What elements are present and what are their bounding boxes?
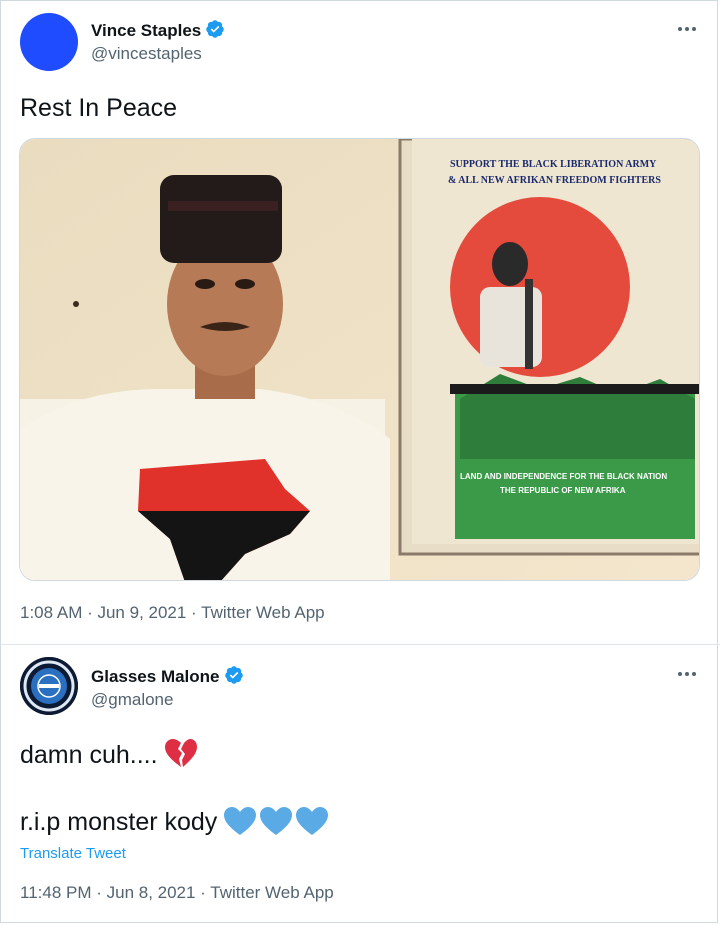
blue-heart-emoji [223,806,257,843]
tweet-text-2: r.i.p monster kody [20,808,218,836]
display-name-text[interactable]: Vince Staples [91,21,201,40]
poster-headline-1: SUPPORT THE BLACK LIBERATION ARMY [450,159,657,170]
blue-heart-emoji [259,806,293,843]
tweet-text-line-1: damn cuh.... [20,739,198,776]
tweet-text: Rest In Peace [20,94,178,122]
poster-headline-2: & ALL NEW AFRIKAN FREEDOM FIGHTERS [448,175,661,186]
poster-caption-1: LAND AND INDEPENDENCE FOR THE BLACK NATI… [460,472,667,481]
display-name-text[interactable]: Glasses Malone [91,667,220,686]
tweet-timestamp[interactable]: 11:48 PM · Jun 8, 2021 · Twitter Web App [20,883,334,903]
tweet-timestamp[interactable]: 1:08 AM · Jun 9, 2021 · Twitter Web App [20,603,325,623]
verified-badge-icon [205,19,225,44]
handle[interactable]: @vincestaples [91,44,202,64]
handle[interactable]: @gmalone [91,690,173,710]
tweet-vince-staples[interactable]: Vince Staples @vincestaples Rest In Peac… [0,0,720,645]
display-name[interactable]: Glasses Malone [91,665,244,690]
tweet-text-line-2: r.i.p monster kody [20,806,329,843]
verified-badge-icon [224,665,244,690]
translate-tweet-link[interactable]: Translate Tweet [20,845,126,862]
more-options-icon[interactable] [676,22,698,36]
broken-heart-emoji [164,739,198,776]
avatar[interactable] [20,13,78,71]
tweet-photo[interactable]: SUPPORT THE BLACK LIBERATION ARMY & ALL … [19,138,700,581]
blue-heart-emoji [295,806,329,843]
tweet-glasses-malone[interactable]: Glasses Malone @gmalone damn cuh.... r.i… [0,645,720,925]
display-name[interactable]: Vince Staples [91,19,225,44]
tweet-text-1: damn cuh.... [20,741,158,769]
photo-illustration: SUPPORT THE BLACK LIBERATION ARMY & ALL … [20,139,699,580]
poster-caption-2: THE REPUBLIC OF NEW AFRIKA [500,486,626,495]
more-options-icon[interactable] [676,667,698,681]
avatar-emblem [20,657,78,715]
avatar[interactable] [20,657,78,715]
